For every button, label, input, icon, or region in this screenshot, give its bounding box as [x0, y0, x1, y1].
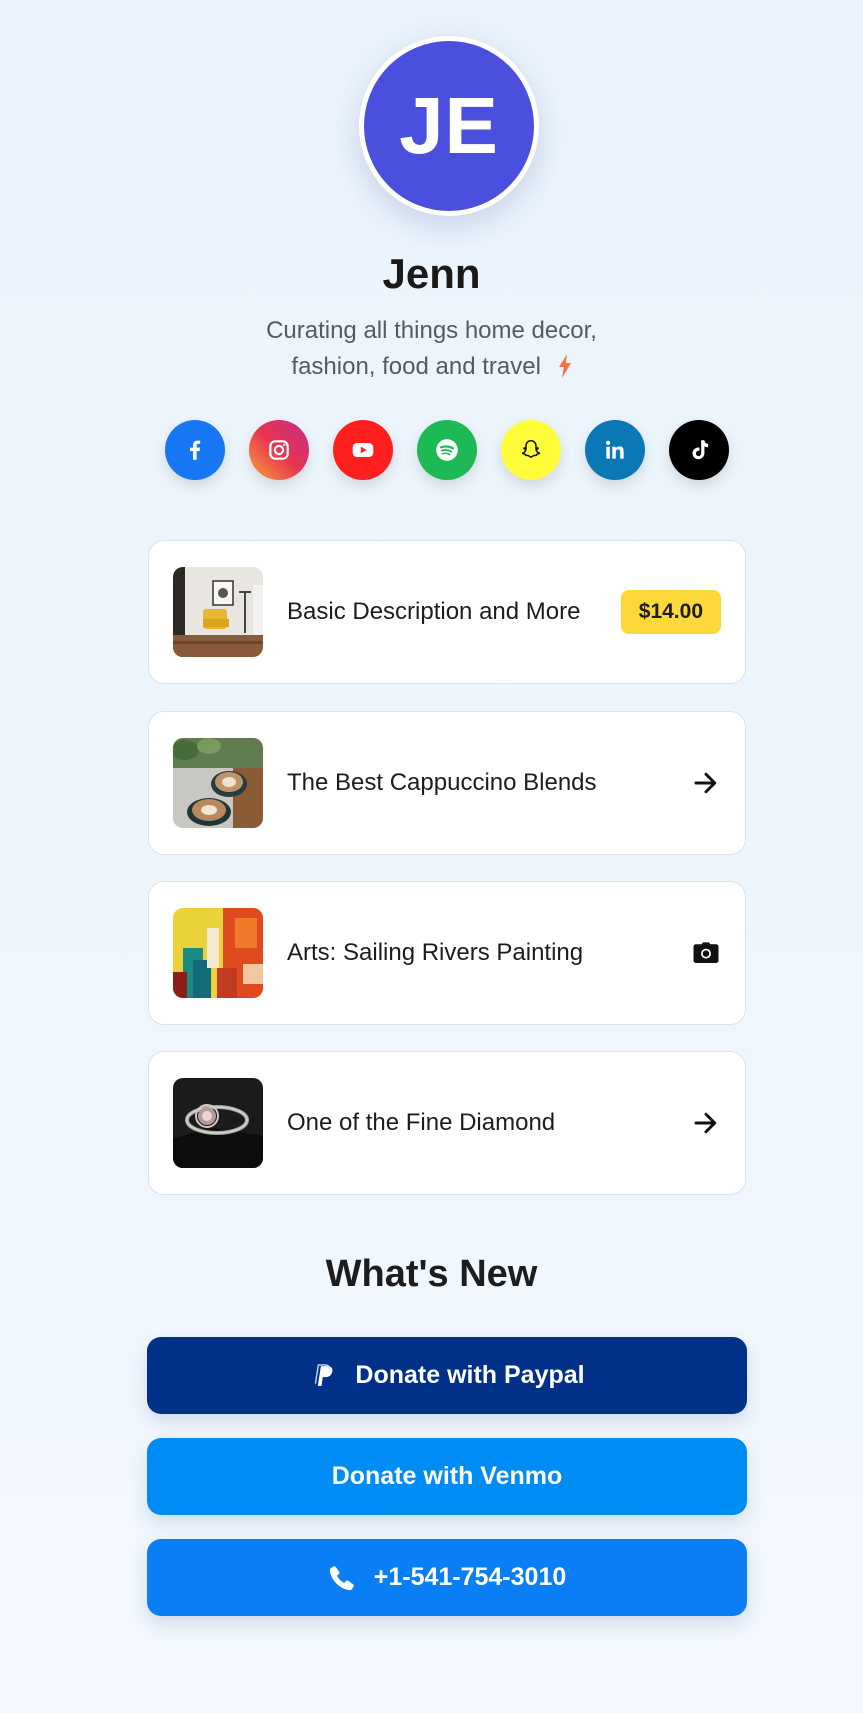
bio-line-1: Curating all things home decor,	[266, 317, 597, 344]
link-thumbnail	[173, 908, 263, 998]
arrow-right-icon	[691, 768, 721, 798]
link-title: Basic Description and More	[287, 598, 581, 625]
link-title: Arts: Sailing Rivers Painting	[287, 939, 584, 966]
price-badge: $14.00	[620, 590, 721, 634]
lightning-icon	[558, 354, 571, 378]
arrow-right-icon	[691, 1108, 721, 1138]
social-instagram[interactable]	[249, 420, 309, 480]
youtube-icon	[352, 442, 374, 458]
bio-line-2: fashion, food and travel	[291, 353, 541, 380]
link-thumbnail	[173, 567, 263, 657]
paypal-icon	[315, 1363, 333, 1386]
social-linkedin[interactable]	[585, 420, 645, 480]
donate-paypal-label: Donate with Paypal	[355, 1361, 585, 1389]
social-links	[165, 420, 729, 480]
facebook-icon	[190, 440, 201, 460]
link-card[interactable]: The Best Cappuccino Blends	[148, 711, 746, 855]
avatar-initials: JE	[399, 81, 499, 170]
social-tiktok[interactable]	[669, 420, 729, 480]
social-facebook[interactable]	[165, 420, 225, 480]
donate-paypal-button[interactable]: Donate with Paypal	[147, 1337, 747, 1414]
link-card[interactable]: Arts: Sailing Rivers Painting	[148, 881, 746, 1025]
living-room-photo	[173, 567, 263, 657]
diamond-ring-photo	[173, 1078, 263, 1168]
link-title: The Best Cappuccino Blends	[287, 769, 597, 796]
profile-bio: Curating all things home decor, fashion,…	[200, 313, 663, 385]
donate-venmo-button[interactable]: Donate with Venmo	[147, 1438, 747, 1515]
camera-icon	[691, 938, 721, 968]
link-thumbnail	[173, 1078, 263, 1168]
link-card[interactable]: One of the Fine Diamond	[148, 1051, 746, 1195]
profile-name: Jenn	[382, 250, 481, 297]
instagram-icon	[269, 440, 289, 460]
link-title: One of the Fine Diamond	[287, 1109, 556, 1136]
cappuccino-photo	[173, 738, 263, 828]
donate-venmo-label: Donate with Venmo	[331, 1462, 563, 1490]
spotify-icon	[436, 439, 458, 461]
phone-icon	[329, 1565, 354, 1590]
social-youtube[interactable]	[333, 420, 393, 480]
tiktok-icon	[692, 440, 709, 460]
link-thumbnail	[173, 738, 263, 828]
link-card[interactable]: Basic Description and More $14.00	[148, 540, 746, 684]
snapchat-icon	[521, 440, 541, 458]
phone-button[interactable]: +1-541-754-3010	[147, 1539, 747, 1616]
whats-new-heading: What's New	[325, 1253, 538, 1295]
phone-label: +1-541-754-3010	[373, 1563, 567, 1591]
linkedin-icon	[606, 440, 624, 459]
social-spotify[interactable]	[417, 420, 477, 480]
avatar: JE	[359, 36, 539, 216]
social-snapchat[interactable]	[501, 420, 561, 480]
painting-photo	[173, 908, 263, 998]
